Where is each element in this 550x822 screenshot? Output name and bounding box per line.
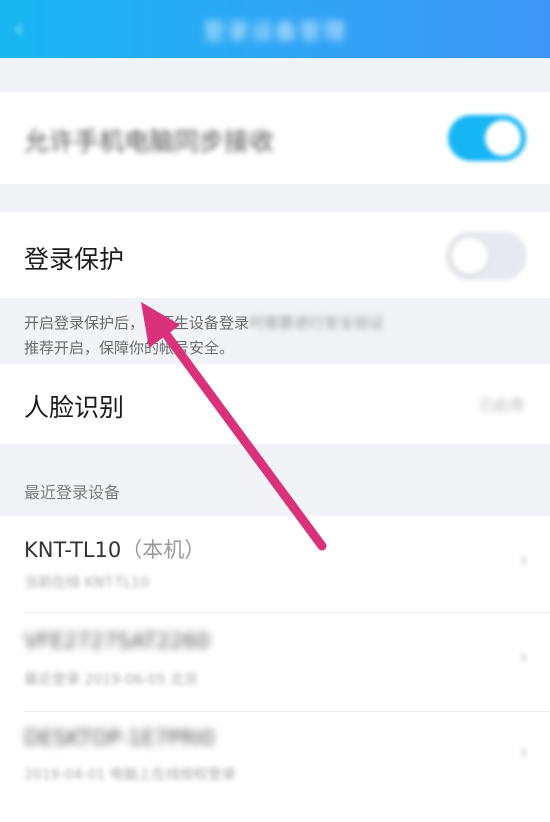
app-header: ‹ 登录设备管理 (0, 0, 550, 58)
sync-setting-row[interactable]: 允许手机电脑同步接收 (0, 92, 550, 184)
device-list: KNT-TL10（本机） 当前在线 KNT-TL10 › VFE2727SAT2… (0, 516, 550, 822)
face-recognition-row[interactable]: 人脸识别 (0, 364, 550, 444)
toggle-knob (452, 238, 488, 274)
device-status: 当前在线 KNT-TL10 (24, 575, 150, 591)
face-recognition-label: 人脸识别 (24, 393, 125, 422)
device-name: VFE2727SAT2260 (24, 629, 210, 653)
device-status: 2019-04-01 电脑上在线授权登录 (24, 767, 236, 783)
face-recognition-value: 已启用 (478, 396, 524, 414)
recent-devices-header: 最近登录设备 (24, 483, 121, 502)
login-protection-label: 登录保护 (24, 245, 125, 274)
login-protection-toggle[interactable] (446, 232, 526, 280)
device-name: DESKTOP-1E7PRI0 (24, 726, 215, 750)
page-title: 登录设备管理 (202, 20, 347, 45)
login-protection-hint: 开启登录保护后，在陌生设备登录时需要进行安全验证 推荐开启，保障你的帐号安全。 (24, 311, 524, 361)
sync-toggle[interactable] (448, 115, 526, 161)
device-status: 最近登录 2019-06-05 北京 (24, 672, 199, 688)
chevron-right-icon: › (519, 740, 528, 765)
chevron-right-icon: › (519, 645, 528, 670)
hint-text-blurred: 时需要进行安全验证 (249, 314, 385, 332)
device-item[interactable]: KNT-TL10（本机） 当前在线 KNT-TL10 › (0, 516, 550, 612)
device-item[interactable]: VFE2727SAT2260 最近登录 2019-06-05 北京 › (0, 613, 550, 711)
hint-text-line2: 推荐开启，保障你的帐号安全。 (24, 339, 235, 357)
login-protection-row[interactable]: 登录保护 (0, 212, 550, 298)
device-name: KNT-TL10（本机） (24, 538, 206, 562)
chevron-right-icon: › (519, 548, 528, 573)
sync-setting-label: 允许手机电脑同步接收 (24, 127, 275, 156)
toggle-knob (485, 120, 521, 156)
device-item[interactable]: DESKTOP-1E7PRI0 2019-04-01 电脑上在线授权登录 › (0, 712, 550, 812)
hint-text: 开启登录保护后，在陌生设备登录 (24, 314, 250, 332)
